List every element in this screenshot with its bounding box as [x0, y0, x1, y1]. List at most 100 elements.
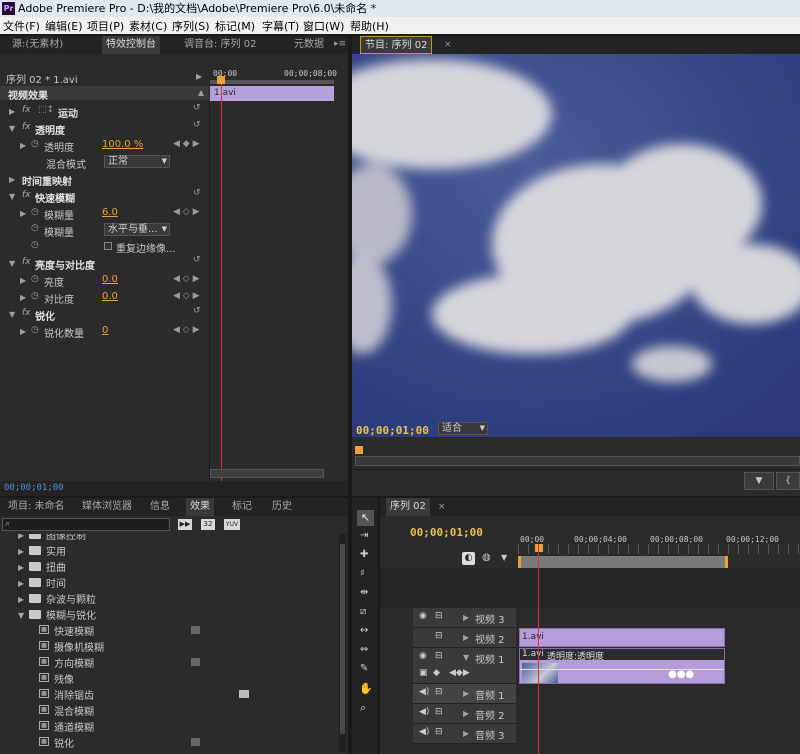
hand-tool-icon[interactable]: ✋: [359, 682, 373, 695]
list-item[interactable]: ▦ 通道模糊: [0, 718, 338, 734]
keyframe-toggle-icon[interactable]: ◆: [433, 668, 440, 678]
add-marker-button[interactable]: ▼: [744, 472, 774, 490]
expand-icon[interactable]: ▶: [18, 579, 24, 588]
work-area-bar[interactable]: [518, 556, 728, 568]
menu-edit[interactable]: 编辑(E): [45, 18, 83, 34]
slip-tool-icon[interactable]: ↔: [360, 625, 368, 636]
stopwatch-icon[interactable]: ◷: [31, 240, 39, 250]
timeline-playhead-icon[interactable]: [535, 544, 543, 552]
expand-sharpen-amount-icon[interactable]: ▶: [20, 327, 26, 336]
list-item[interactable]: ▦ 快速模糊: [0, 622, 338, 638]
eye-icon[interactable]: ◉: [419, 611, 427, 621]
expand-fast-blur-icon[interactable]: ▼: [9, 192, 15, 201]
list-item[interactable]: ▶ 图像控制: [0, 534, 338, 542]
list-item[interactable]: ▶ 扭曲: [0, 558, 338, 574]
expand-icon[interactable]: ▶: [18, 595, 24, 604]
brightness-value[interactable]: 0.0: [102, 274, 118, 285]
opacity-value[interactable]: 100.0 %: [102, 139, 143, 150]
program-time-ruler[interactable]: [355, 456, 800, 466]
list-item[interactable]: ▼ 模糊与锐化: [0, 606, 338, 622]
expand-track-icon[interactable]: ▶: [463, 613, 469, 622]
sharpen-value[interactable]: 0: [102, 325, 108, 336]
list-item[interactable]: ▦ 消除锯齿: [0, 686, 338, 702]
expand-track-icon[interactable]: ▶: [463, 689, 469, 698]
effects-scrollbar[interactable]: [339, 534, 346, 752]
32bit-effects-button[interactable]: 32: [201, 519, 215, 530]
scrollbar-thumb[interactable]: [340, 544, 345, 734]
expand-track-icon[interactable]: ▶: [463, 729, 469, 738]
reset-motion-icon[interactable]: ↺: [193, 103, 201, 113]
tab-markers[interactable]: 标记: [228, 498, 256, 516]
selection-tool-icon[interactable]: ↖: [357, 510, 374, 526]
reset-sharpen-icon[interactable]: ↺: [193, 306, 201, 316]
display-style-icon[interactable]: ▣: [419, 668, 428, 678]
zoom-tool-icon[interactable]: ⌕: [360, 701, 366, 715]
repeat-edge-checkbox[interactable]: [104, 242, 112, 250]
speaker-icon[interactable]: ◀): [419, 687, 429, 697]
list-item[interactable]: ▦ 锐化: [0, 734, 338, 750]
expand-icon[interactable]: ▶: [18, 534, 24, 540]
slide-tool-icon[interactable]: ⇔: [360, 644, 368, 655]
keyframe-nav-icon[interactable]: ◀◆▶: [449, 668, 470, 678]
list-item[interactable]: ▶ 实用: [0, 542, 338, 558]
track-header-video-2[interactable]: ⊟ ▶ 视频 2: [413, 628, 516, 648]
expand-opacity-param-icon[interactable]: ▶: [20, 141, 26, 150]
yuv-effects-button[interactable]: YUV: [224, 519, 240, 530]
menu-help[interactable]: 帮助(H): [350, 18, 389, 34]
lock-icon[interactable]: ⊟: [435, 727, 443, 737]
track-header-audio-2[interactable]: ◀) ⊟ ▶ 音频 2: [413, 704, 516, 724]
zoom-select[interactable]: 适合 ▼: [438, 422, 488, 435]
speaker-icon[interactable]: ◀): [419, 727, 429, 737]
accelerated-effects-button[interactable]: ▶▶: [178, 519, 192, 530]
track-select-tool-icon[interactable]: ⇥: [360, 530, 368, 541]
list-item[interactable]: ▦ 残像: [0, 670, 338, 686]
ec-zoom-scrollbar[interactable]: [210, 469, 324, 478]
clip-fx-label[interactable]: 透明度:透明度: [547, 649, 604, 662]
expand-icon[interactable]: ▶: [18, 563, 24, 572]
panel-menu-icon[interactable]: ▸≡: [334, 39, 346, 49]
expand-blur-param-icon[interactable]: ▶: [20, 209, 26, 218]
razor-tool-icon[interactable]: ⧄: [360, 606, 366, 617]
tab-metadata[interactable]: 元数据: [290, 36, 328, 54]
track-header-video-3[interactable]: ◉ ⊟ ▶ 视频 3: [413, 608, 516, 628]
tab-sequence[interactable]: 序列 02: [386, 498, 430, 516]
lock-icon[interactable]: ⊟: [435, 611, 443, 621]
expand-sharpen-icon[interactable]: ▼: [9, 310, 15, 319]
expand-opacity-icon[interactable]: ▼: [9, 124, 15, 133]
track-header-video-1[interactable]: ◉ ⊟ ▼ 视频 1 ▣ ◆ ◀◆▶: [413, 648, 516, 684]
time-ruler-ticks[interactable]: [518, 544, 800, 554]
expand-icon[interactable]: ▶: [18, 547, 24, 556]
list-item[interactable]: ▦ 方向模糊: [0, 654, 338, 670]
stopwatch-icon[interactable]: ◷: [31, 207, 39, 217]
expand-brightness-icon[interactable]: ▶: [20, 276, 26, 285]
tab-effects[interactable]: 效果: [186, 498, 214, 516]
menu-project[interactable]: 项目(P): [87, 18, 124, 34]
stopwatch-icon[interactable]: ◷: [31, 274, 39, 284]
stopwatch-icon[interactable]: ◷: [31, 223, 39, 233]
rate-stretch-tool-icon[interactable]: ⇹: [360, 587, 368, 598]
menu-window[interactable]: 窗口(W): [303, 18, 344, 34]
clip-video-1[interactable]: 1.avi 透明度:透明度 ●●●: [519, 648, 725, 684]
keyframe-nav-icon[interactable]: ◀ ◇ ▶: [173, 291, 200, 301]
close-tab-icon[interactable]: ×: [444, 40, 452, 50]
blur-dimension-select[interactable]: 水平与垂... ▼: [104, 223, 170, 236]
expand-track-icon[interactable]: ▶: [463, 709, 469, 718]
pen-tool-icon[interactable]: ✎: [360, 663, 368, 674]
stopwatch-icon[interactable]: ◷: [31, 325, 39, 335]
contrast-value[interactable]: 0.0: [102, 291, 118, 302]
ec-ruler-bar[interactable]: [210, 80, 334, 84]
list-item[interactable]: ▦ 摄像机模糊: [0, 638, 338, 654]
sequence-marker-icon[interactable]: ▼: [501, 553, 507, 562]
timeline-timecode[interactable]: 00;00;01;00: [410, 526, 483, 539]
collapse-track-icon[interactable]: ▼: [463, 653, 469, 662]
tab-media-browser[interactable]: 媒体浏览器: [78, 498, 136, 516]
blur-value[interactable]: 6.0: [102, 207, 118, 218]
keyframe-nav-icon[interactable]: ◀ ◇ ▶: [173, 274, 200, 284]
list-item[interactable]: ▶ 杂波与颗粒: [0, 590, 338, 606]
ec-playhead-icon[interactable]: [217, 76, 225, 84]
expand-track-icon[interactable]: ▶: [463, 633, 469, 642]
ripple-edit-tool-icon[interactable]: ✚: [360, 549, 368, 560]
close-tab-icon[interactable]: ×: [438, 502, 446, 512]
tab-source[interactable]: 源:(无素材): [8, 36, 67, 54]
keyframe-nav-icon[interactable]: ◀ ◇ ▶: [173, 325, 200, 335]
